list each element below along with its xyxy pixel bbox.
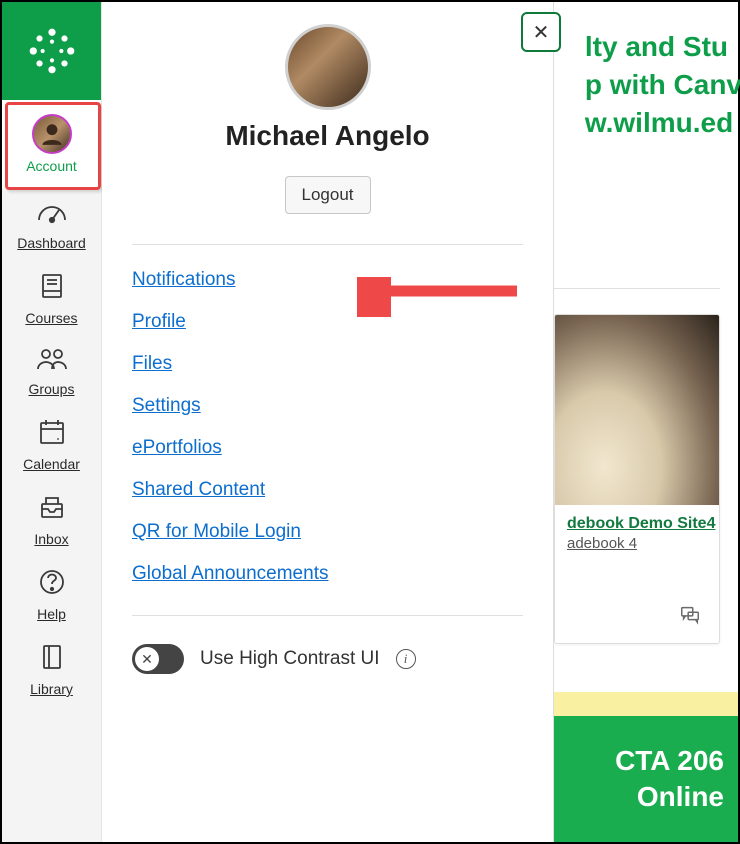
- close-icon: ✕: [533, 20, 550, 45]
- user-name: Michael Angelo: [225, 120, 429, 152]
- info-icon[interactable]: i: [396, 649, 416, 669]
- link-files[interactable]: Files: [132, 353, 172, 375]
- link-qr-mobile[interactable]: QR for Mobile Login: [132, 521, 301, 543]
- high-contrast-label: Use High Contrast UI: [200, 648, 380, 670]
- nav-dashboard[interactable]: Dashboard: [2, 188, 101, 261]
- yellow-strip: [554, 692, 738, 716]
- avatar-small: [32, 114, 72, 154]
- banner-line: w.wilmu.ed: [585, 104, 740, 142]
- calendar-icon: [37, 417, 67, 452]
- help-icon: [37, 567, 67, 602]
- divider: [132, 244, 523, 245]
- link-global-announcements[interactable]: Global Announcements: [132, 563, 328, 585]
- dashboard-background: lty and Stu p with Canv w.wilmu.ed deboo…: [554, 2, 738, 842]
- library-icon: [39, 642, 65, 677]
- nav-label: Dashboard: [17, 235, 86, 251]
- avatar-large[interactable]: [285, 24, 371, 110]
- nav-help[interactable]: Help: [2, 557, 101, 632]
- dashboard-icon: [35, 198, 69, 231]
- banner-line: p with Canv: [585, 66, 740, 104]
- link-notifications[interactable]: Notifications: [132, 269, 236, 291]
- discussion-icon[interactable]: [679, 604, 701, 631]
- banner-text: lty and Stu p with Canv w.wilmu.ed: [585, 28, 740, 141]
- nav-label: Calendar: [23, 456, 80, 472]
- nav-library[interactable]: Library: [2, 632, 101, 707]
- courses-icon: [37, 271, 67, 306]
- nav-label: Help: [37, 606, 66, 622]
- nav-label: Groups: [29, 381, 75, 397]
- link-profile[interactable]: Profile: [132, 311, 186, 333]
- cta-line: Online: [637, 779, 724, 815]
- nav-label: Account: [26, 158, 77, 174]
- logout-button[interactable]: Logout: [285, 176, 371, 214]
- course-title-link[interactable]: debook Demo Site4: [555, 505, 719, 535]
- groups-icon: [35, 346, 69, 377]
- link-settings[interactable]: Settings: [132, 395, 201, 417]
- banner-line: lty and Stu: [585, 28, 740, 66]
- course-card[interactable]: debook Demo Site4 adebook 4: [554, 314, 720, 644]
- course-subtitle: adebook 4: [555, 535, 719, 564]
- card-icon-row: [679, 604, 701, 631]
- link-shared-content[interactable]: Shared Content: [132, 479, 265, 501]
- divider: [554, 288, 720, 289]
- person-icon: [39, 121, 65, 147]
- nav-label: Library: [30, 681, 73, 697]
- account-tray: ✕ Michael Angelo Logout Notifications Pr…: [102, 2, 554, 842]
- close-button[interactable]: ✕: [521, 12, 561, 52]
- divider: [132, 615, 523, 616]
- nav-account[interactable]: Account: [2, 100, 101, 188]
- cta-line: CTA 206: [615, 743, 724, 779]
- link-eportfolios[interactable]: ePortfolios: [132, 437, 222, 459]
- toggle-knob-off-icon: ✕: [135, 647, 159, 671]
- nav-inbox[interactable]: Inbox: [2, 482, 101, 557]
- global-nav: Account Dashboard Courses Groups Calenda: [2, 2, 102, 842]
- course-image: [555, 315, 719, 505]
- nav-calendar[interactable]: Calendar: [2, 407, 101, 482]
- nav-courses[interactable]: Courses: [2, 261, 101, 336]
- canvas-logo[interactable]: [2, 2, 101, 100]
- cta-block: CTA 206 Online: [554, 716, 738, 842]
- canvas-logo-icon: [26, 25, 78, 77]
- nav-label: Courses: [25, 310, 77, 326]
- high-contrast-row: ✕ Use High Contrast UI i: [132, 644, 523, 674]
- nav-label: Inbox: [34, 531, 68, 547]
- nav-groups[interactable]: Groups: [2, 336, 101, 407]
- account-links: Notifications Profile Files Settings ePo…: [132, 269, 523, 585]
- high-contrast-toggle[interactable]: ✕: [132, 644, 184, 674]
- inbox-icon: [37, 492, 67, 527]
